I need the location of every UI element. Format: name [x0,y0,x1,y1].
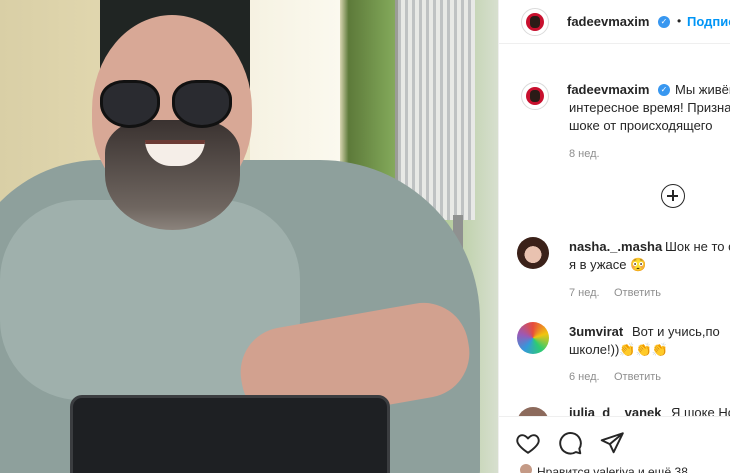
comment-text-line2: я в ужасе 😳 [569,257,647,272]
post-photo[interactable] [0,0,498,473]
comment-avatar[interactable] [517,322,549,354]
sunglasses-lens-left [100,80,160,128]
comment-text-line1: Шок не то слово [665,239,730,254]
post-header: fadeevmaxim ✓ • Подписаться [499,0,730,44]
caption-text-line2: интересное время! Признаюсь, [569,100,730,115]
caption-timestamp[interactable]: 8 нед. [569,148,600,160]
comment-username[interactable]: 3umvirat [569,324,623,339]
comment-avatar[interactable] [517,237,549,269]
verified-badge-icon: ✓ [658,16,670,28]
comment-reply-button[interactable]: Ответить [614,371,661,383]
post-side-panel: fadeevmaxim ✓ • Подписаться fadeevmaxim … [498,0,730,473]
comment-text-line1: Вот и учись,по [632,324,720,339]
person-beard [105,120,240,230]
heart-icon[interactable] [515,430,541,456]
likes-count[interactable]: Нравится valeriya и ещё 38 [537,465,688,473]
separator-dot: • [677,14,682,28]
liker-avatar[interactable] [519,463,533,473]
comment-text-line2: школе!))👏👏👏 [569,342,668,357]
caption-text-line3: шоке от происходящего [569,118,713,133]
plus-circle-icon[interactable] [661,184,685,208]
post-actions-bar: Нравится valeriya и ещё 38 [499,416,730,473]
comment-timestamp[interactable]: 6 нед. [569,371,600,383]
comment-timestamp[interactable]: 7 нед. [569,287,600,299]
caption-text-line1: Мы живём в очень [675,82,730,97]
author-avatar[interactable] [521,8,549,36]
black-case [70,395,390,473]
caption-author-avatar[interactable] [521,82,549,110]
paper-plane-icon[interactable] [599,430,625,456]
follow-button[interactable]: Подписаться [687,14,730,29]
comment-reply-button[interactable]: Ответить [614,287,661,299]
author-username[interactable]: fadeevmaxim [567,14,649,29]
caption-username[interactable]: fadeevmaxim [567,82,649,97]
verified-badge-icon: ✓ [658,84,670,96]
comment-icon[interactable] [557,430,583,456]
sunglasses-lens-right [172,80,232,128]
comment-username[interactable]: nasha._.masha [569,239,662,254]
